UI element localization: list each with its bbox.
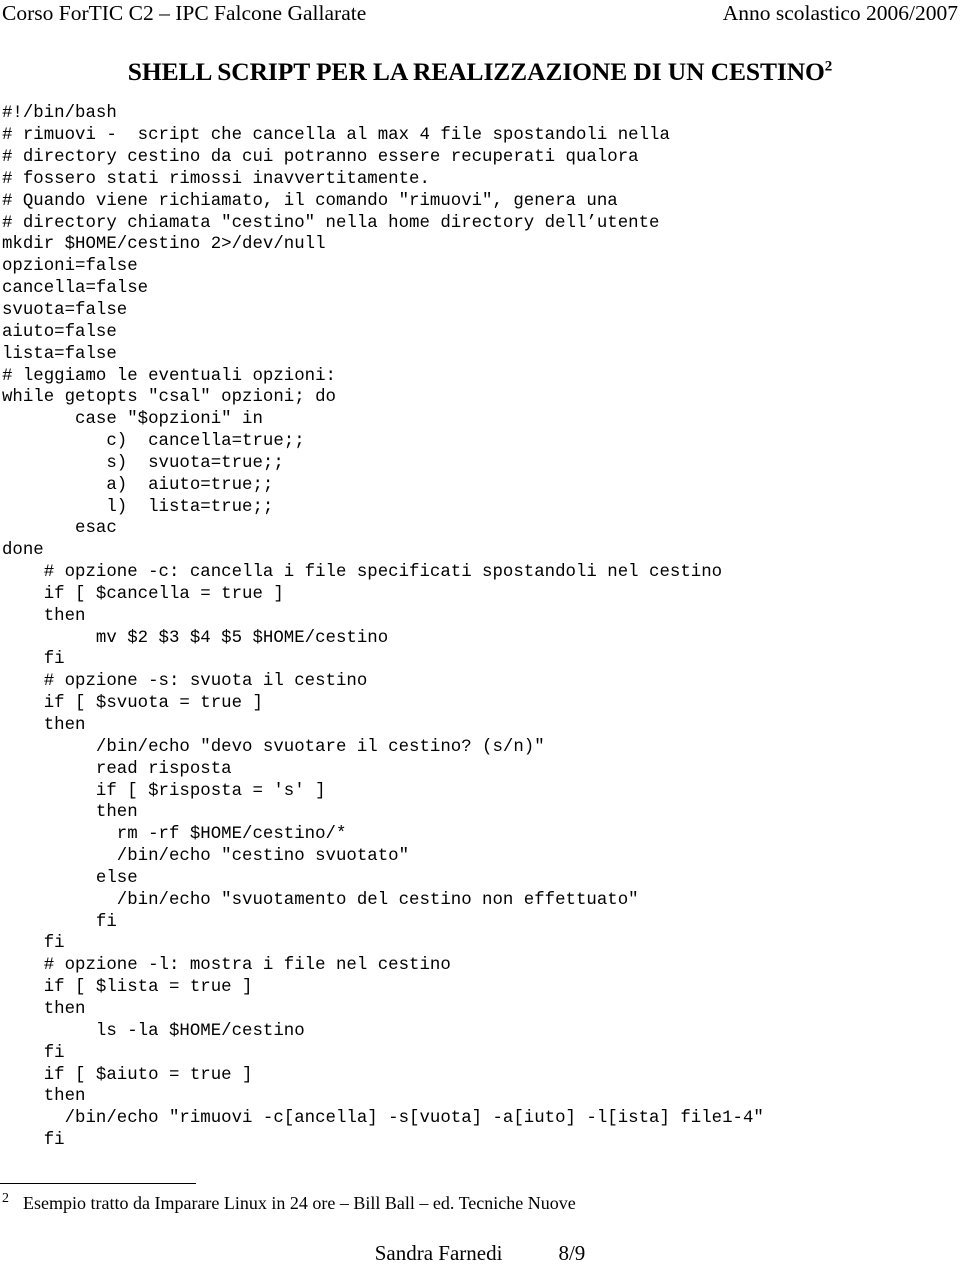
code-line: rm -rf $HOME/cestino/* — [2, 825, 347, 845]
code-line: then — [2, 999, 86, 1019]
footnote-reference-marker: 2 — [824, 58, 833, 75]
footnote: 2 Esempio tratto da Imparare Linux in 24 … — [0, 1192, 960, 1214]
code-line: opzioni=false — [2, 257, 138, 277]
code-line: fi — [2, 934, 65, 954]
code-line: fi — [2, 650, 65, 670]
code-line: then — [2, 1087, 86, 1107]
code-line: fi — [2, 1043, 65, 1063]
code-line: fi — [2, 1131, 65, 1151]
code-line: # opzione -s: svuota il cestino — [2, 672, 368, 692]
code-line: ls -la $HOME/cestino — [2, 1021, 305, 1041]
footer-page-number: 8/9 — [558, 1241, 586, 1265]
code-line: mkdir $HOME/cestino 2>/dev/null — [2, 235, 326, 255]
header-course-title: Corso ForTIC C2 – IPC Falcone Gallarate — [2, 1, 367, 25]
code-line: then — [2, 716, 86, 736]
code-line: mv $2 $3 $4 $5 $HOME/cestino — [2, 628, 389, 648]
footnote-separator-rule — [0, 1183, 196, 1184]
code-line: /bin/echo "cestino svuotato" — [2, 847, 410, 867]
code-line: # opzione -c: cancella i file specificat… — [2, 563, 723, 583]
footnote-text: Esempio tratto da Imparare Linux in 24 o… — [23, 1193, 576, 1213]
code-line: # Quando viene richiamato, il comando "r… — [2, 191, 618, 211]
code-line: #!/bin/bash — [2, 104, 117, 124]
code-line: svuota=false — [2, 300, 128, 320]
footnote-number: 2 — [2, 1191, 9, 1206]
code-line: then — [2, 606, 86, 626]
code-line: aiuto=false — [2, 322, 117, 342]
page-header: Corso ForTIC C2 – IPC Falcone Gallarate … — [0, 0, 960, 30]
header-school-year: Anno scolastico 2006/2007 — [722, 1, 958, 25]
code-line: read risposta — [2, 759, 232, 779]
code-line: fi — [2, 912, 117, 932]
code-line: lista=false — [2, 344, 117, 364]
code-line: # opzione -l: mostra i file nel cestino — [2, 956, 451, 976]
code-listing: #!/bin/bash # rimuovi - script che cancel… — [2, 103, 952, 1152]
code-line: cancella=false — [2, 279, 149, 299]
code-line: esac — [2, 519, 117, 539]
code-line: # rimuovi - script che cancella al max 4… — [2, 126, 670, 146]
code-line: # directory chiamata "cestino" nella hom… — [2, 213, 660, 233]
code-line: while getopts "csal" opzioni; do — [2, 388, 336, 408]
code-line: l) lista=true;; — [2, 497, 274, 517]
page-footer: Sandra Farnedi 8/9 — [0, 1240, 960, 1266]
code-line: if [ $lista = true ] — [2, 978, 253, 998]
code-line: a) aiuto=true;; — [2, 475, 274, 495]
code-line: if [ $svuota = true ] — [2, 694, 263, 714]
code-line: if [ $aiuto = true ] — [2, 1065, 253, 1085]
code-line: /bin/echo "devo svuotare il cestino? (s/… — [2, 737, 545, 757]
code-line: else — [2, 868, 138, 888]
code-line: if [ $cancella = true ] — [2, 584, 284, 604]
code-line: # fossero stati rimossi inavvertitamente… — [2, 169, 430, 189]
code-line: if [ $risposta = 's' ] — [2, 781, 326, 801]
code-line: then — [2, 803, 138, 823]
footnote-area: 2 Esempio tratto da Imparare Linux in 24 … — [0, 1183, 960, 1214]
code-line: # leggiamo le eventuali opzioni: — [2, 366, 336, 386]
code-line: done — [2, 541, 44, 561]
code-line: case "$opzioni" in — [2, 410, 263, 430]
footer-author: Sandra Farnedi — [374, 1241, 503, 1265]
page-title: SHELL SCRIPT PER LA REALIZZAZIONE DI UN … — [0, 57, 960, 87]
code-line: c) cancella=true;; — [2, 432, 305, 452]
code-line: s) svuota=true;; — [2, 453, 284, 473]
code-line: /bin/echo "rimuovi -c[ancella] -s[vuota]… — [2, 1109, 764, 1129]
page-title-text: SHELL SCRIPT PER LA REALIZZAZIONE DI UN … — [127, 57, 825, 87]
code-line: # directory cestino da cui potranno esse… — [2, 148, 639, 168]
code-line: /bin/echo "svuotamento del cestino non e… — [2, 890, 639, 910]
